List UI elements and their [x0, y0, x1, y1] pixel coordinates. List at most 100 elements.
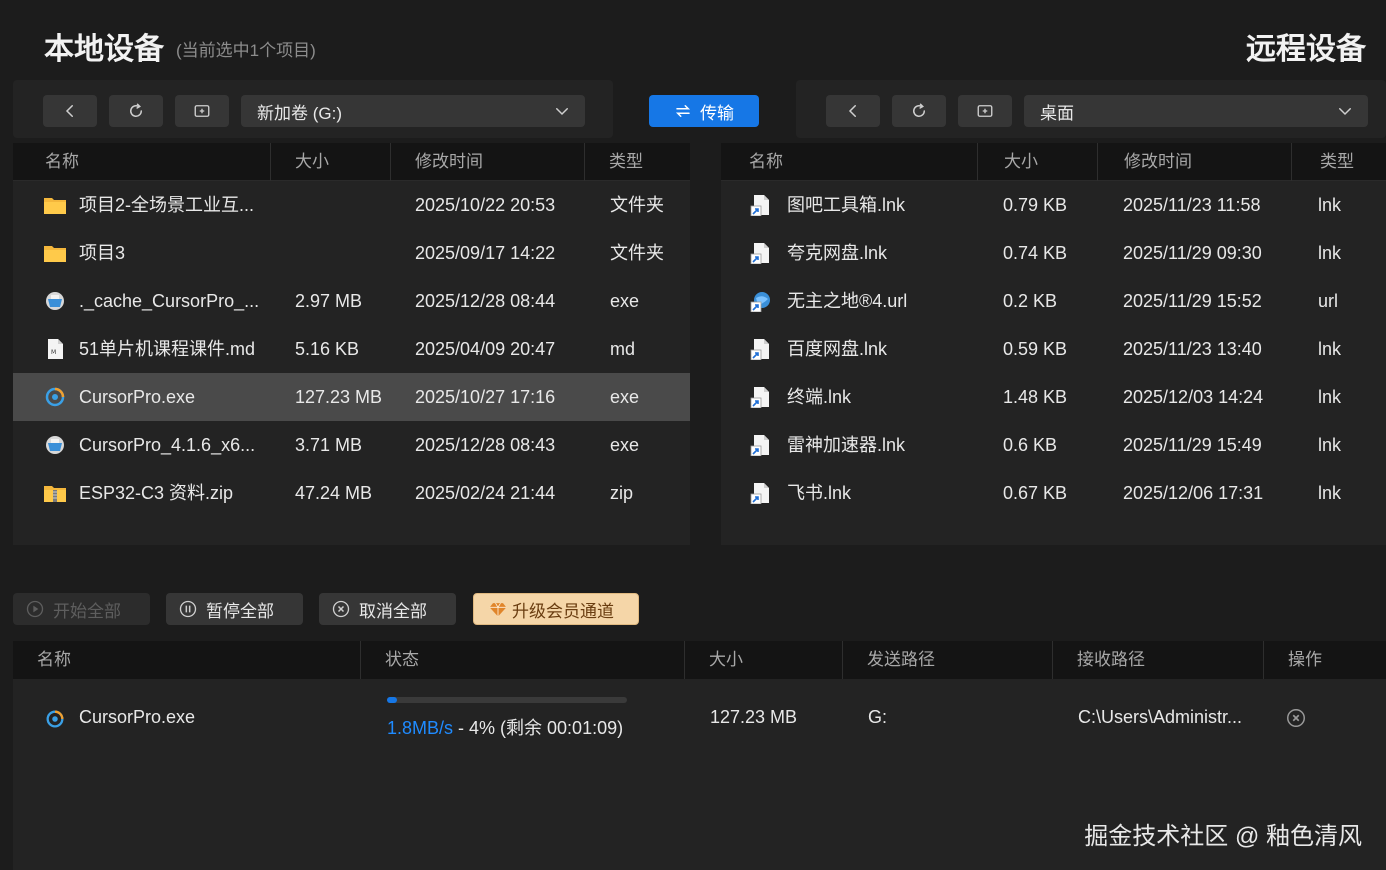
installer-icon	[43, 290, 67, 312]
cancel-all-button[interactable]: 取消全部	[319, 593, 456, 625]
chevron-down-icon	[556, 108, 568, 116]
local-file-row[interactable]: M 51单片机课程课件.md 5.16 KB 2025/04/09 20:47 md	[13, 325, 690, 373]
transfer-item-size: 127.23 MB	[710, 707, 798, 727]
local-file-row[interactable]: CursorPro.exe 127.23 MB 2025/10/27 17:16 ex…	[13, 373, 690, 421]
file-name: 无主之地®4.url	[787, 291, 908, 311]
transfer-send-path: G:	[868, 707, 888, 727]
column-size[interactable]: 大小	[978, 143, 1098, 181]
local-file-row[interactable]: 项目2-全场景工业互... 2025/10/22 20:53 文件夹	[13, 181, 690, 229]
url-shortcut-icon	[749, 290, 773, 313]
column-receive-path: 接收路径	[1053, 641, 1264, 679]
transfer-item-name: CursorPro.exe	[79, 707, 196, 727]
pause-all-button[interactable]: 暂停全部	[166, 593, 303, 625]
column-size[interactable]: 大小	[271, 143, 391, 181]
file-modified: 2025/11/29 15:52	[1123, 291, 1262, 311]
local-new-folder-button[interactable]	[175, 95, 229, 127]
pause-circle-icon	[179, 600, 197, 618]
file-name: 项目3	[79, 243, 126, 263]
local-path-select[interactable]: 新加卷 (G:)	[241, 95, 585, 127]
upgrade-vip-button[interactable]: 升级会员通道	[473, 593, 639, 625]
file-size: 0.74 KB	[1003, 243, 1068, 263]
folder-icon	[43, 242, 67, 264]
remote-back-button[interactable]	[826, 95, 880, 127]
remote-file-row[interactable]: 夸克网盘.lnk 0.74 KB 2025/11/29 09:30 lnk	[721, 229, 1386, 277]
shortcut-icon	[749, 338, 773, 361]
close-circle-icon	[332, 600, 350, 618]
file-type: exe	[610, 435, 640, 455]
file-name: ._cache_CursorPro_...	[79, 291, 260, 311]
remote-file-row[interactable]: 图吧工具箱.lnk 0.79 KB 2025/11/23 11:58 lnk	[721, 181, 1386, 229]
file-modified: 2025/12/06 17:31	[1123, 483, 1264, 503]
remote-refresh-button[interactable]	[892, 95, 946, 127]
file-modified: 2025/12/28 08:44	[415, 291, 556, 311]
local-device-title: 本地设备	[44, 33, 164, 66]
remote-file-row[interactable]: 百度网盘.lnk 0.59 KB 2025/11/23 13:40 lnk	[721, 325, 1386, 373]
file-modified: 2025/09/17 14:22	[415, 243, 556, 263]
file-name: 夸克网盘.lnk	[787, 243, 888, 263]
column-status: 状态	[361, 641, 685, 679]
cancel-transfer-button[interactable]	[1285, 707, 1307, 729]
column-modified[interactable]: 修改时间	[1098, 143, 1292, 181]
local-file-row[interactable]: ._cache_CursorPro_... 2.97 MB 2025/12/28 0…	[13, 277, 690, 325]
selection-count: (当前选中1个项目)	[176, 41, 316, 60]
file-modified: 2025/11/29 09:30	[1123, 243, 1262, 263]
transfer-progress-fill	[387, 697, 397, 703]
file-modified: 2025/10/27 17:16	[415, 387, 556, 407]
column-name[interactable]: 名称	[13, 143, 271, 181]
file-modified: 2025/11/23 11:58	[1123, 195, 1261, 215]
file-size: 0.6 KB	[1003, 435, 1058, 455]
remote-file-row[interactable]: 无主之地®4.url 0.2 KB 2025/11/29 15:52 url	[721, 277, 1386, 325]
column-type[interactable]: 类型	[1292, 143, 1386, 181]
remote-path-select[interactable]: 桌面	[1024, 95, 1368, 127]
column-name[interactable]: 名称	[721, 143, 978, 181]
file-size: 0.59 KB	[1003, 339, 1068, 359]
cursorpro-app-icon	[44, 708, 66, 730]
remote-file-list: 名称 大小 修改时间 类型 图吧工具箱.lnk 0.79 KB 2025/11/23…	[721, 143, 1386, 545]
shortcut-icon	[749, 386, 773, 409]
file-name: 项目2-全场景工业互...	[79, 195, 255, 215]
file-size: 0.2 KB	[1003, 291, 1058, 311]
local-file-row[interactable]: ESP32-C3 资料.zip 47.24 MB 2025/02/24 21:44 z…	[13, 469, 690, 517]
file-type: lnk	[1318, 195, 1342, 215]
transfer-button[interactable]: 传输	[649, 95, 759, 127]
remote-path-value: 桌面	[1040, 103, 1074, 123]
remote-file-row[interactable]: 飞书.lnk 0.67 KB 2025/12/06 17:31 lnk	[721, 469, 1386, 517]
file-name: 雷神加速器.lnk	[787, 435, 906, 455]
column-type[interactable]: 类型	[585, 143, 690, 181]
remote-file-row[interactable]: 雷神加速器.lnk 0.6 KB 2025/11/29 15:49 lnk	[721, 421, 1386, 469]
remote-new-folder-button[interactable]	[958, 95, 1012, 127]
local-back-button[interactable]	[43, 95, 97, 127]
column-modified[interactable]: 修改时间	[391, 143, 585, 181]
shortcut-icon	[749, 482, 773, 505]
file-type: exe	[610, 291, 640, 311]
play-circle-icon	[26, 600, 44, 618]
column-send-path: 发送路径	[843, 641, 1053, 679]
file-size	[295, 229, 395, 277]
column-name: 名称	[13, 641, 361, 679]
diamond-icon	[489, 602, 507, 617]
file-name: 百度网盘.lnk	[787, 339, 888, 359]
local-file-row[interactable]: 项目3 2025/09/17 14:22 文件夹	[13, 229, 690, 277]
remote-device-title: 远程设备	[1246, 33, 1366, 66]
file-type: lnk	[1318, 339, 1342, 359]
local-file-list: 名称 大小 修改时间 类型 项目2-全场景工业互... 2025/10/22 20…	[13, 143, 690, 545]
remote-file-row[interactable]: 终端.lnk 1.48 KB 2025/12/03 14:24 lnk	[721, 373, 1386, 421]
local-toolbar: 新加卷 (G:)	[13, 80, 613, 138]
local-path-value: 新加卷 (G:)	[257, 103, 342, 123]
local-file-row[interactable]: CursorPro_4.1.6_x6... 3.71 MB 2025/12/28 0…	[13, 421, 690, 469]
file-name: CursorPro_4.1.6_x6...	[79, 435, 256, 455]
markdown-file-icon: M	[43, 338, 67, 360]
transfer-label: 传输	[700, 103, 734, 123]
file-type: url	[1318, 291, 1339, 311]
file-size: 127.23 MB	[295, 387, 383, 407]
file-size: 5.16 KB	[295, 339, 360, 359]
transfer-status: 1.8MB/s - 4% (剩余 00:01:09)	[387, 714, 623, 740]
local-refresh-button[interactable]	[109, 95, 163, 127]
chevron-left-icon	[65, 105, 73, 117]
column-size: 大小	[685, 641, 843, 679]
file-size	[295, 181, 395, 229]
start-all-button[interactable]: 开始全部	[13, 593, 150, 625]
transfer-receive-path: C:\Users\Administr...	[1078, 707, 1243, 727]
file-type: lnk	[1318, 387, 1342, 407]
watermark: 掘金技术社区 @ 釉色清风	[1084, 823, 1362, 850]
